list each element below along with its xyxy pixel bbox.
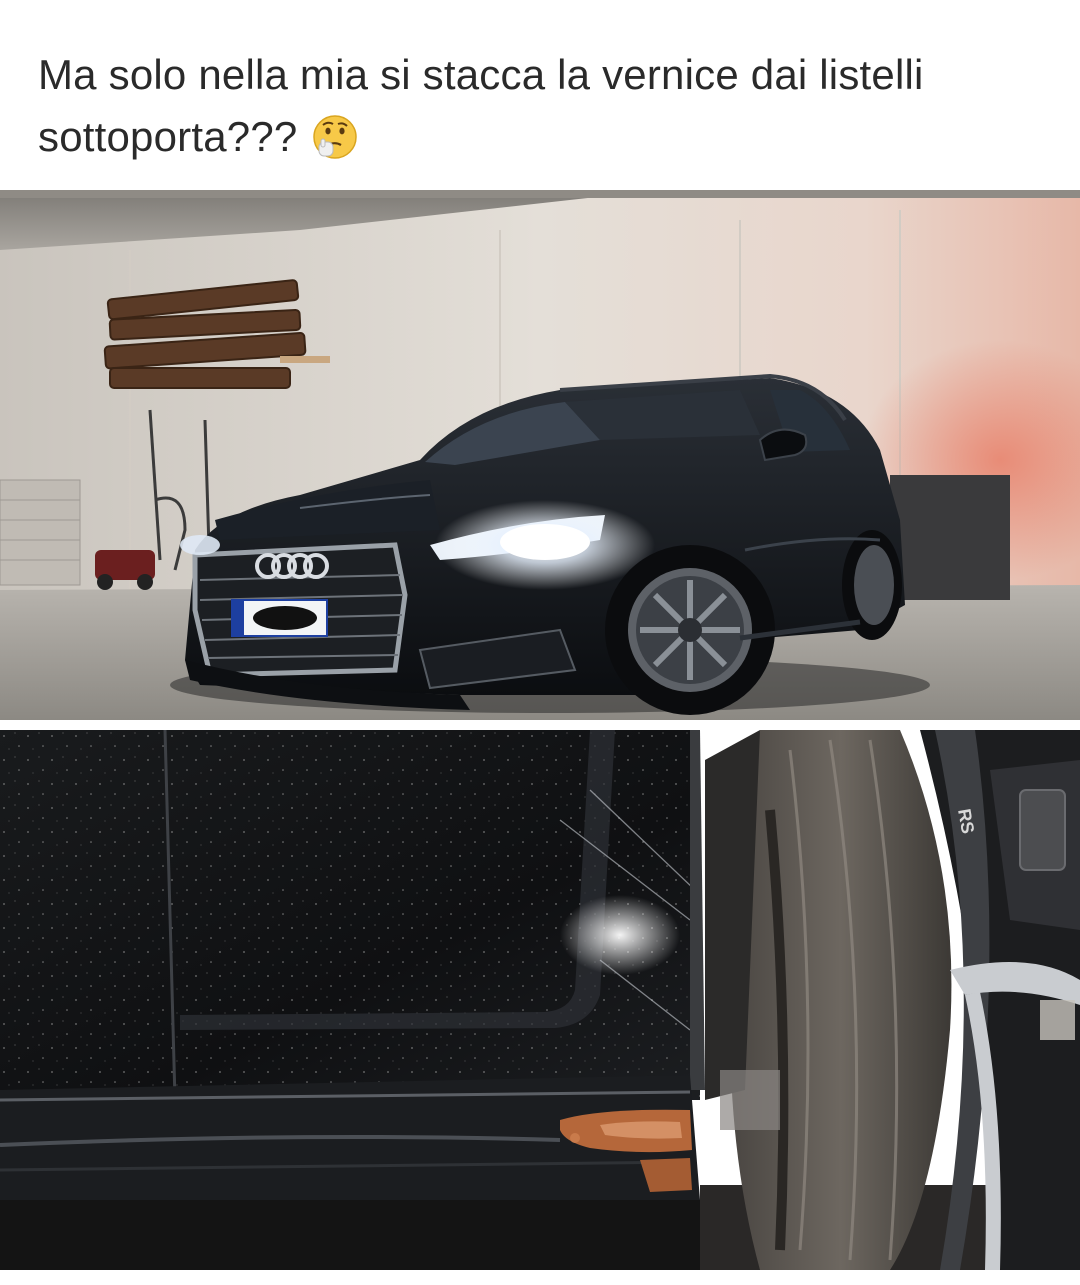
side-skirt-photo-svg: RS (0, 730, 1080, 1270)
post-footer-space (0, 1270, 1080, 1285)
car-photo-svg (0, 190, 1080, 720)
social-post: Ma solo nella mia si stacca la vernice d… (0, 0, 1080, 1285)
car-photo (0, 190, 1080, 720)
post-caption: Ma solo nella mia si stacca la vernice d… (38, 44, 1038, 168)
caliper-logo: RS (954, 807, 978, 835)
side-skirt-photo: RS (0, 730, 1080, 1270)
tire (730, 730, 952, 1270)
thinking-face-icon (311, 113, 359, 161)
front-wheel (605, 545, 775, 715)
plate-redaction (253, 606, 317, 630)
caption-text: Ma solo nella mia si stacca la vernice d… (38, 51, 924, 160)
photo-separator (0, 720, 1080, 730)
